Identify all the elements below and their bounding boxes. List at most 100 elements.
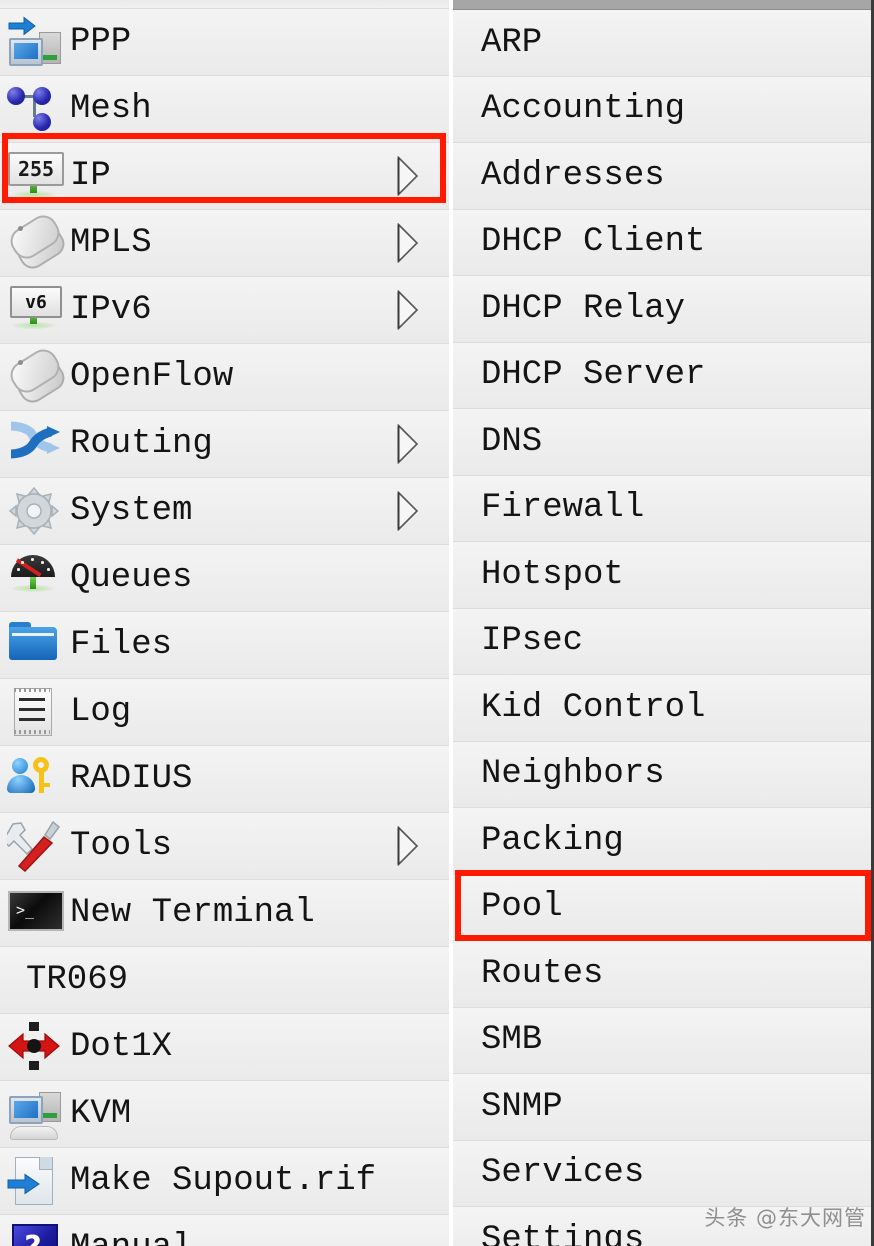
chevron-right-icon bbox=[397, 290, 419, 330]
manual-help-icon: ? bbox=[7, 1222, 63, 1246]
log-paper-icon bbox=[7, 686, 63, 738]
ipv6-icon: v6 bbox=[7, 284, 63, 336]
submenu-item-hotspot[interactable]: Hotspot bbox=[453, 542, 871, 609]
ip-255-icon-wrap: 255 bbox=[4, 147, 66, 205]
chevron-right-icon bbox=[397, 491, 419, 531]
menu-item-no-icon bbox=[4, 951, 22, 1009]
submenu-item-ipsec[interactable]: IPsec bbox=[453, 608, 871, 675]
routing-arrows-icon bbox=[7, 418, 63, 470]
terminal-icon-wrap: >_ bbox=[4, 884, 66, 942]
submenu-item-label: DHCP Client bbox=[481, 223, 706, 262]
submenu-item-label: SNMP bbox=[481, 1087, 563, 1126]
submenu-item-firewall[interactable]: Firewall bbox=[453, 475, 871, 542]
submenu-item-addresses[interactable]: Addresses bbox=[453, 143, 871, 210]
chevron-right-icon bbox=[397, 424, 419, 464]
ip-submenu[interactable]: ARP Accounting Addresses DHCP Client DHCP Re… bbox=[453, 0, 874, 1246]
submenu-item-neighbors[interactable]: Neighbors bbox=[453, 741, 871, 808]
menu-item-label: Log bbox=[70, 693, 132, 731]
menu-item-tr069[interactable]: TR069 bbox=[0, 947, 449, 1014]
user-key-icon bbox=[7, 753, 63, 805]
menu-item-ip[interactable]: 255 IP bbox=[0, 143, 449, 210]
submenu-item-snmp[interactable]: SNMP bbox=[453, 1074, 871, 1141]
user-key-icon-wrap bbox=[4, 750, 66, 808]
menu-item-radius[interactable]: RADIUS bbox=[0, 746, 449, 813]
menu-item-queues[interactable]: Queues bbox=[0, 545, 449, 612]
submenu-item-label: DNS bbox=[481, 422, 543, 461]
menu-item-label: Manual bbox=[66, 1231, 192, 1246]
menu-item-files[interactable]: Files bbox=[0, 612, 449, 679]
menu-item-make-supout-rif[interactable]: Make Supout.rif bbox=[0, 1148, 449, 1215]
menu-item-label: RADIUS bbox=[70, 760, 193, 798]
submenu-item-label: Accounting bbox=[481, 90, 686, 129]
submenu-item-label: DHCP Server bbox=[481, 356, 706, 395]
menu-item-ipv6[interactable]: v6 IPv6 bbox=[0, 277, 449, 344]
gear-icon-wrap bbox=[4, 482, 66, 540]
folder-icon-wrap bbox=[4, 616, 66, 674]
mpls-tag-icon-wrap bbox=[4, 210, 70, 274]
menu-item-mesh[interactable]: Mesh bbox=[0, 76, 449, 143]
submenu-item-label: Settings bbox=[481, 1220, 645, 1246]
submenu-item-label: IPsec bbox=[481, 622, 584, 661]
dot1x-icon-wrap bbox=[4, 1018, 66, 1076]
screenshot-root: PPP Mesh 255 IP MPLS v6 IPv6 OpenFlow Routing Sys… bbox=[0, 0, 874, 1246]
submenu-item-label: Packing bbox=[481, 821, 624, 860]
submenu-item-dhcp-relay[interactable]: DHCP Relay bbox=[453, 276, 871, 343]
menu-item-kvm[interactable]: KVM bbox=[0, 1081, 449, 1148]
submenu-item-packing[interactable]: Packing bbox=[453, 808, 871, 875]
menu-item-log[interactable]: Log bbox=[0, 679, 449, 746]
menu-item-label: IP bbox=[70, 157, 111, 195]
submenu-item-label: Neighbors bbox=[481, 755, 665, 794]
menu-item-label: OpenFlow bbox=[70, 358, 234, 396]
manual-help-icon-wrap: ? bbox=[4, 1219, 66, 1246]
submenu-item-label: Services bbox=[481, 1154, 645, 1193]
submenu-item-label: Addresses bbox=[481, 156, 665, 195]
ppp-icon bbox=[7, 16, 63, 68]
submenu-drag-bar[interactable] bbox=[453, 0, 871, 10]
submenu-item-smb[interactable]: SMB bbox=[453, 1007, 871, 1074]
submenu-item-pool[interactable]: Pool bbox=[453, 874, 871, 941]
watermark: 头条 @东大网管 bbox=[704, 1206, 866, 1230]
menu-item-dot1x[interactable]: Dot1X bbox=[0, 1014, 449, 1081]
menu-item-openflow[interactable]: OpenFlow bbox=[0, 344, 449, 411]
speedometer-icon bbox=[7, 552, 63, 604]
submenu-item-dns[interactable]: DNS bbox=[453, 409, 871, 476]
submenu-item-dhcp-server[interactable]: DHCP Server bbox=[453, 342, 871, 409]
menu-item-label: IPv6 bbox=[70, 291, 152, 329]
openflow-tag-icon-wrap bbox=[4, 344, 70, 408]
mesh-icon bbox=[7, 83, 63, 135]
submenu-item-kid-control[interactable]: Kid Control bbox=[453, 675, 871, 742]
menu-item-label: Routing bbox=[70, 425, 213, 463]
terminal-icon: >_ bbox=[7, 887, 64, 939]
submenu-item-accounting[interactable]: Accounting bbox=[453, 76, 871, 143]
menu-item-label: New Terminal bbox=[70, 894, 315, 932]
menu-item-mpls[interactable]: MPLS bbox=[0, 210, 449, 277]
submenu-item-arp[interactable]: ARP bbox=[453, 10, 871, 77]
log-paper-icon-wrap bbox=[4, 683, 66, 741]
winbox-main-menu[interactable]: PPP Mesh 255 IP MPLS v6 IPv6 OpenFlow Routing Sys… bbox=[0, 0, 449, 1246]
menu-item-ppp[interactable]: PPP bbox=[0, 9, 449, 76]
submenu-item-services[interactable]: Services bbox=[453, 1140, 871, 1207]
chevron-right-icon bbox=[397, 826, 419, 866]
menu-item-routing[interactable]: Routing bbox=[0, 411, 449, 478]
menu-item-tools[interactable]: Tools bbox=[0, 813, 449, 880]
menu-item-label: TR069 bbox=[26, 961, 129, 999]
submenu-item-label: SMB bbox=[481, 1021, 543, 1060]
submenu-item-dhcp-client[interactable]: DHCP Client bbox=[453, 209, 871, 276]
menu-item-label: Mesh bbox=[70, 90, 152, 128]
submenu-item-label: DHCP Relay bbox=[481, 289, 686, 328]
submenu-item-label: Routes bbox=[481, 954, 604, 993]
submenu-item-label: Firewall bbox=[481, 489, 645, 528]
mpls-tag-icon bbox=[5, 210, 70, 274]
supout-page-icon bbox=[7, 1155, 63, 1207]
ppp-icon-wrap bbox=[4, 13, 66, 71]
menu-item-system[interactable]: System bbox=[0, 478, 449, 545]
menu-item-new-terminal[interactable]: >_ New Terminal bbox=[0, 880, 449, 947]
ipv6-icon-wrap: v6 bbox=[4, 281, 66, 339]
submenu-item-routes[interactable]: Routes bbox=[453, 941, 871, 1008]
wrench-screwdriver-icon-wrap bbox=[4, 817, 66, 875]
chevron-right-icon bbox=[397, 156, 419, 196]
ip-255-icon: 255 bbox=[7, 150, 64, 202]
speedometer-icon-wrap bbox=[4, 549, 66, 607]
menu-item-manual[interactable]: ?Manual bbox=[0, 1215, 449, 1246]
routing-arrows-icon-wrap bbox=[4, 415, 66, 473]
